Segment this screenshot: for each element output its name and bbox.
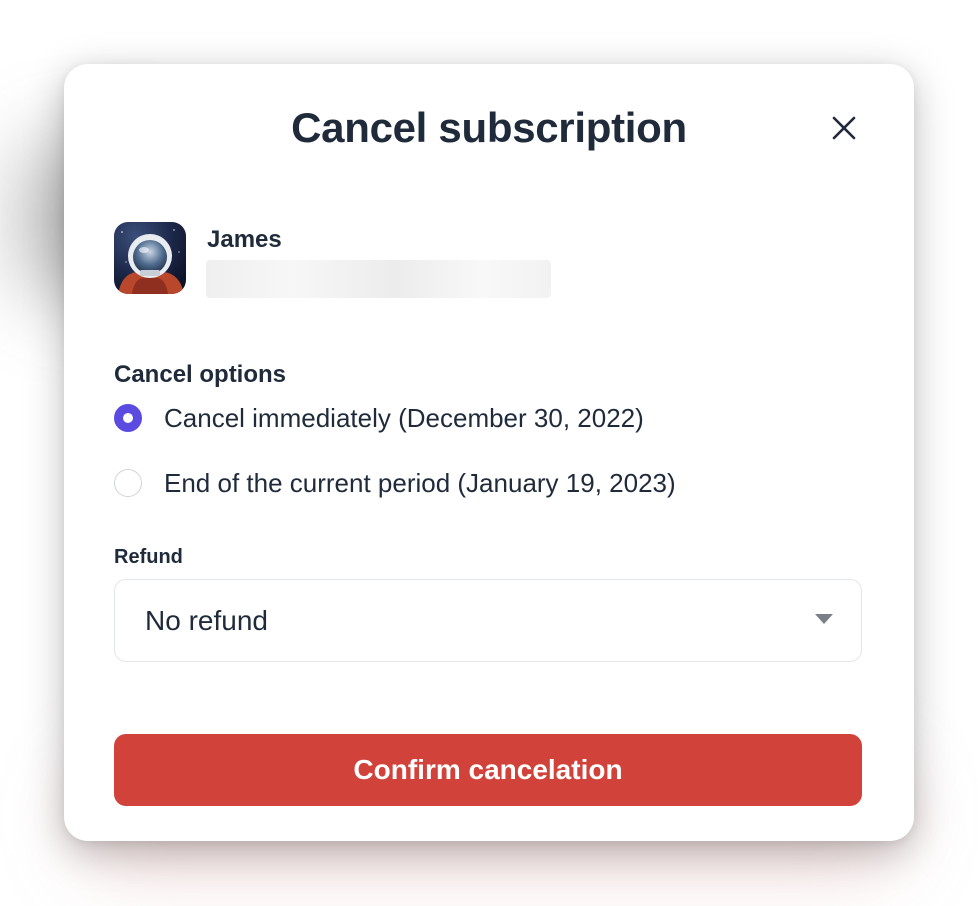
refund-label: Refund bbox=[114, 546, 183, 568]
close-icon bbox=[832, 116, 856, 140]
radio-end-of-period[interactable]: End of the current period (January 19, 2… bbox=[114, 466, 676, 500]
confirm-cancelation-button[interactable]: Confirm cancelation bbox=[114, 734, 862, 806]
dialog-title: Cancel subscription bbox=[291, 104, 687, 151]
cancel-options-label: Cancel options bbox=[114, 361, 287, 388]
refund-select[interactable]: No refund bbox=[114, 579, 862, 662]
radio-unchecked-icon[interactable] bbox=[114, 469, 142, 497]
cancel-subscription-dialog: Cancel subscription James Cancel options… bbox=[64, 64, 914, 841]
radio-label-end-of-period: End of the current period (January 19, 2… bbox=[164, 467, 676, 498]
astronaut-avatar-icon bbox=[114, 222, 186, 294]
customer-email-redacted bbox=[206, 260, 551, 298]
radio-cancel-immediately[interactable]: Cancel immediately (December 30, 2022) bbox=[114, 401, 644, 435]
close-button[interactable] bbox=[824, 108, 864, 148]
radio-label-cancel-immediately: Cancel immediately (December 30, 2022) bbox=[164, 402, 644, 433]
customer-avatar bbox=[114, 222, 186, 294]
radio-checked-icon[interactable] bbox=[114, 404, 142, 432]
chevron-down-icon bbox=[815, 614, 833, 624]
customer-name: James bbox=[207, 226, 282, 253]
refund-select-value: No refund bbox=[145, 604, 268, 636]
